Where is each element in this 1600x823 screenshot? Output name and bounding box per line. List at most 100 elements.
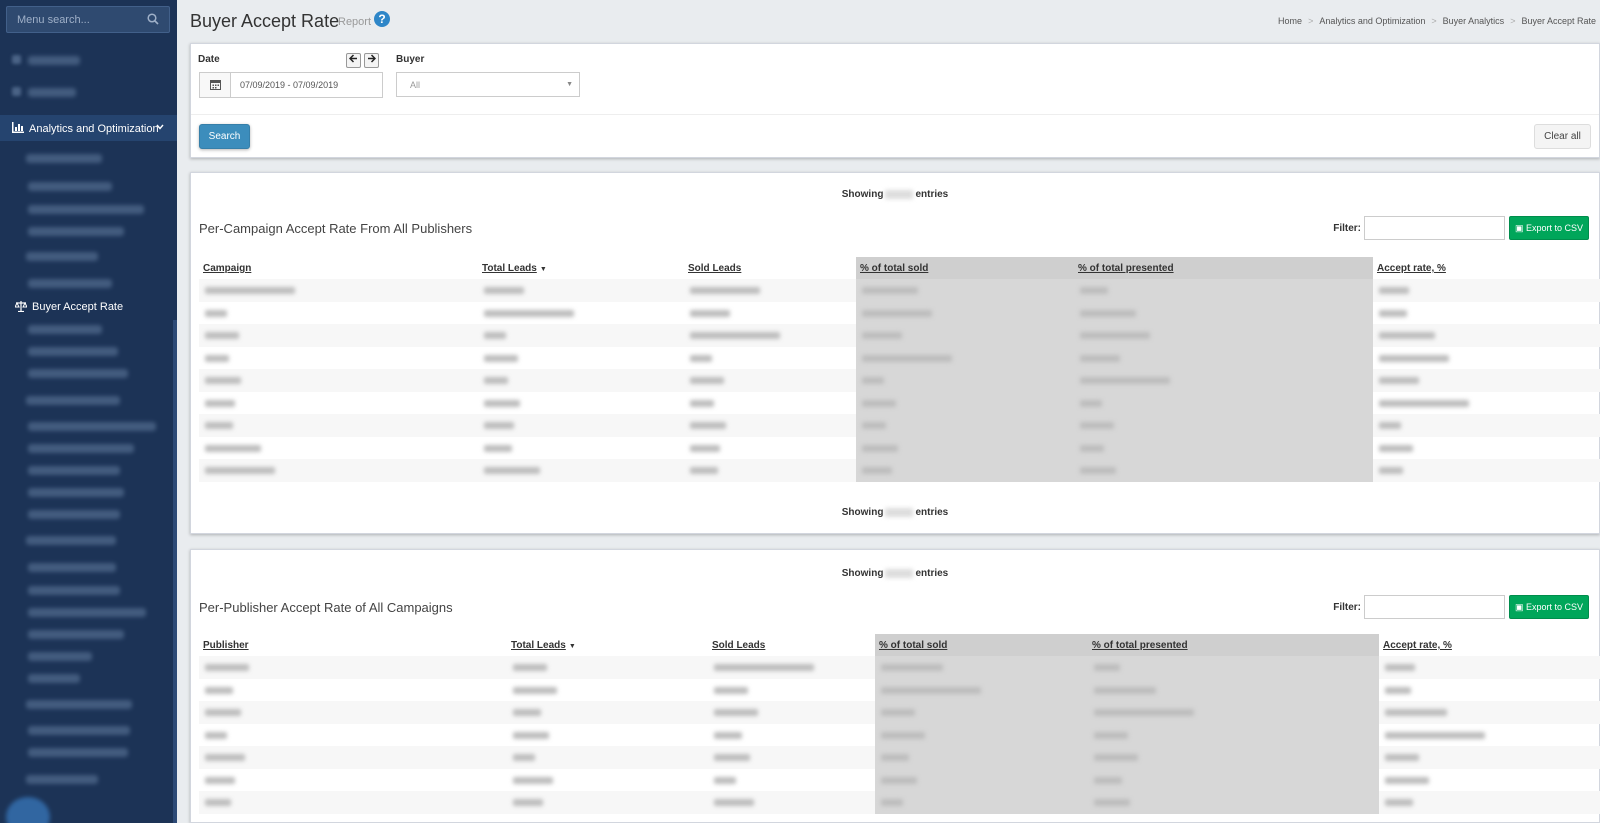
table-cell-redacted <box>507 656 708 679</box>
blurred-menu-item[interactable] <box>28 630 124 639</box>
menu-search-input[interactable]: Menu search... <box>6 6 170 33</box>
redacted-value <box>881 686 981 694</box>
table-cell-redacted <box>478 369 684 392</box>
calendar-addon[interactable] <box>200 73 231 97</box>
col-sold-leads[interactable]: Sold Leads <box>684 257 856 279</box>
table-row <box>199 324 1600 347</box>
blurred-menu-item[interactable] <box>28 563 116 572</box>
blurred-menu-item[interactable] <box>28 652 92 661</box>
redacted-value <box>1094 754 1138 761</box>
blurred-menu-heading <box>26 396 120 405</box>
redacted-value <box>881 664 943 671</box>
buyer-select[interactable]: All ▼ <box>396 72 580 97</box>
blurred-menu-item[interactable] <box>28 726 130 735</box>
table-cell-redacted <box>1074 414 1373 437</box>
blurred-menu-item[interactable] <box>28 56 80 65</box>
blurred-menu-item[interactable] <box>28 205 144 214</box>
blurred-menu-item[interactable] <box>28 182 112 191</box>
blurred-menu-item[interactable] <box>28 422 156 431</box>
blurred-menu-item[interactable] <box>28 586 120 595</box>
redacted-value <box>690 377 724 384</box>
blurred-menu-heading <box>26 252 98 261</box>
search-icon[interactable] <box>147 13 159 25</box>
redacted-value <box>205 422 233 429</box>
table-cell-redacted <box>1379 656 1600 679</box>
breadcrumb-home[interactable]: Home <box>1278 16 1302 26</box>
blurred-menu-item[interactable] <box>28 347 118 356</box>
redacted-value <box>205 686 233 694</box>
redacted-value <box>1080 309 1136 317</box>
export-label: Export to CSV <box>1526 602 1584 612</box>
report-title: Per-Campaign Accept Rate From All Publis… <box>199 221 473 236</box>
table-cell-redacted <box>875 746 1088 769</box>
blurred-menu-item[interactable] <box>28 227 124 236</box>
export-csv-button[interactable]: ▣ Export to CSV <box>1509 595 1589 619</box>
breadcrumb-analytics[interactable]: Analytics and Optimization <box>1319 16 1425 26</box>
redacted-value <box>1080 354 1120 362</box>
table-cell-redacted <box>199 459 478 482</box>
col-pct-total-sold[interactable]: % of total sold <box>856 257 1074 279</box>
date-label: Date <box>198 54 220 65</box>
col-total-leads[interactable]: Total Leads ▼ <box>478 257 684 279</box>
sidebar: Menu search... Analytics and Optimizatio… <box>0 0 177 823</box>
table-cell-redacted <box>708 769 875 792</box>
col-pct-total-presented[interactable]: % of total presented <box>1088 634 1379 656</box>
table-cell-redacted <box>856 301 1074 324</box>
table-cell-redacted <box>199 279 478 302</box>
sort-desc-icon: ▼ <box>539 266 547 273</box>
campaign-report-panel: Showing entries Per-Campaign Accept Rate … <box>190 172 1600 534</box>
table-cell-redacted <box>1088 701 1379 724</box>
blurred-menu-item[interactable] <box>28 279 112 288</box>
help-icon[interactable]: ? <box>374 11 390 27</box>
blurred-menu-item[interactable] <box>28 444 134 453</box>
blurred-menu-item[interactable] <box>28 608 146 617</box>
sidebar-item-buyer-accept-rate[interactable]: Buyer Accept Rate <box>0 296 177 318</box>
col-total-leads[interactable]: Total Leads ▼ <box>507 634 708 656</box>
col-publisher[interactable]: Publisher <box>199 634 507 656</box>
blurred-menu-item[interactable] <box>28 748 128 757</box>
breadcrumb-current: Buyer Accept Rate <box>1521 16 1596 26</box>
blurred-menu-item[interactable] <box>28 510 120 519</box>
table-cell-redacted <box>1379 724 1600 747</box>
breadcrumb-buyer-analytics[interactable]: Buyer Analytics <box>1443 16 1505 26</box>
table-cell-redacted <box>684 279 856 302</box>
filter-input[interactable] <box>1364 216 1505 240</box>
table-cell-redacted <box>1373 414 1600 437</box>
col-sold-leads[interactable]: Sold Leads <box>708 634 875 656</box>
floating-action-button[interactable] <box>6 797 50 823</box>
blurred-menu-item[interactable] <box>28 88 76 97</box>
redacted-value <box>714 686 748 694</box>
table-cell-redacted <box>875 791 1088 814</box>
table-cell-redacted <box>1088 723 1379 746</box>
col-pct-total-sold[interactable]: % of total sold <box>875 634 1088 656</box>
bar-chart-icon <box>12 122 24 133</box>
date-range-input[interactable]: 07/09/2019 - 07/09/2019 <box>199 72 383 98</box>
redacted-value <box>1385 754 1419 761</box>
table-cell-redacted <box>199 769 507 792</box>
blurred-menu-heading <box>26 775 98 784</box>
redacted-value <box>1094 799 1130 806</box>
search-button[interactable]: Search <box>199 124 250 149</box>
sidebar-scrollbar[interactable] <box>173 320 177 823</box>
filter-input[interactable] <box>1364 595 1505 619</box>
blurred-menu-item[interactable] <box>28 488 124 497</box>
col-pct-total-presented[interactable]: % of total presented <box>1074 257 1373 279</box>
blurred-menu-item[interactable] <box>28 325 102 334</box>
blurred-menu-item[interactable] <box>28 466 120 475</box>
prev-date-button[interactable] <box>346 53 361 68</box>
next-date-button[interactable] <box>364 53 379 68</box>
blurred-menu-item[interactable] <box>28 369 128 378</box>
redacted-value <box>205 731 227 739</box>
redacted-value <box>1080 444 1104 452</box>
breadcrumb: Home > Analytics and Optimization > Buye… <box>1278 16 1596 26</box>
redacted-value <box>1379 309 1407 317</box>
redacted-value <box>205 709 241 716</box>
clear-all-button[interactable]: Clear all <box>1534 124 1591 149</box>
col-accept-rate[interactable]: Accept rate, % <box>1379 634 1600 656</box>
blurred-menu-item[interactable] <box>28 674 80 683</box>
col-campaign[interactable]: Campaign <box>199 257 478 279</box>
table-row <box>199 678 1600 701</box>
sidebar-section-analytics[interactable]: Analytics and Optimization <box>0 115 177 141</box>
export-csv-button[interactable]: ▣ Export to CSV <box>1509 216 1589 240</box>
col-accept-rate[interactable]: Accept rate, % <box>1373 257 1600 279</box>
